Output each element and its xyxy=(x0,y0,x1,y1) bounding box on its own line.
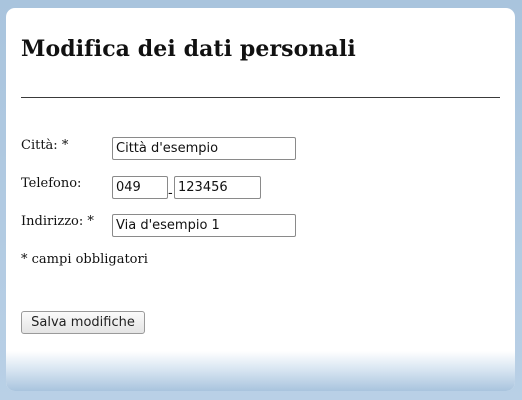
phone-separator: - xyxy=(168,186,173,201)
title-divider xyxy=(21,97,500,98)
save-button[interactable]: Salva modifiche xyxy=(21,311,145,334)
form-panel: Modifica dei dati personali Città: * Cit… xyxy=(6,8,515,391)
page-title: Modifica dei dati personali xyxy=(21,36,356,62)
address-label: Indirizzo: * xyxy=(21,214,94,229)
phone-prefix-field[interactable]: 049 xyxy=(112,176,168,199)
city-label: Città: * xyxy=(21,138,69,153)
address-field[interactable]: Via d'esempio 1 xyxy=(112,214,296,237)
required-fields-note: * campi obbligatori xyxy=(21,252,148,267)
phone-number-field[interactable]: 123456 xyxy=(174,176,261,199)
city-field[interactable]: Città d'esempio xyxy=(112,137,296,160)
panel-footer-gradient xyxy=(6,351,515,391)
phone-label: Telefono: xyxy=(21,176,82,191)
